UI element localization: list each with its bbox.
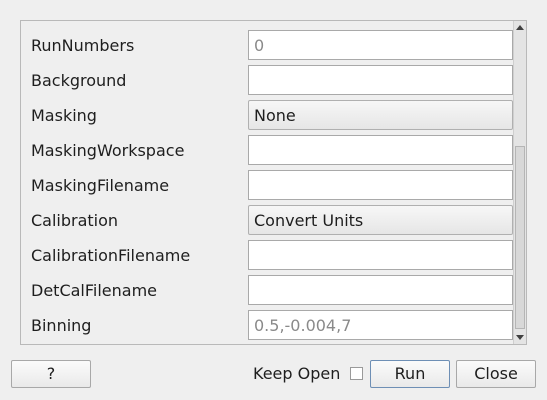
binning-input[interactable]: 0.5,-0.004,7 bbox=[248, 310, 513, 340]
property-label: Binning bbox=[31, 316, 92, 335]
property-label: MaskingFilename bbox=[31, 176, 170, 195]
close-button[interactable]: Close bbox=[456, 360, 536, 388]
property-row-maskingfilename: MaskingFilename bbox=[21, 170, 513, 200]
property-row-runnumbers: RunNumbers 0 bbox=[21, 30, 513, 60]
property-label: CalibrationFilename bbox=[31, 246, 191, 265]
detcalfilename-input[interactable] bbox=[248, 275, 513, 305]
property-row-detcalfilename: DetCalFilename bbox=[21, 275, 513, 305]
runnumbers-input[interactable]: 0 bbox=[248, 30, 513, 60]
property-row-masking: Masking None bbox=[21, 100, 513, 130]
vertical-scrollbar[interactable] bbox=[513, 21, 526, 344]
keep-open-label: Keep Open bbox=[253, 364, 341, 383]
calibration-select[interactable]: Convert Units bbox=[248, 205, 513, 235]
maskingfilename-input[interactable] bbox=[248, 170, 513, 200]
properties-scroll-area[interactable]: RunNumbers 0 Background Masking None Mas… bbox=[20, 20, 527, 345]
scroll-down-arrow-icon[interactable] bbox=[516, 335, 524, 340]
property-row-background: Background bbox=[21, 65, 513, 95]
property-row-calibration: Calibration Convert Units bbox=[21, 205, 513, 235]
help-button[interactable]: ? bbox=[11, 360, 91, 388]
scrollbar-thumb[interactable] bbox=[515, 146, 525, 329]
property-row-maskingworkspace: MaskingWorkspace bbox=[21, 135, 513, 165]
calibrationfilename-input[interactable] bbox=[248, 240, 513, 270]
background-input[interactable] bbox=[248, 65, 513, 95]
property-label: MaskingWorkspace bbox=[31, 141, 185, 160]
property-label: Calibration bbox=[31, 211, 119, 230]
property-row-binning: Binning 0.5,-0.004,7 bbox=[21, 310, 513, 340]
masking-select[interactable]: None bbox=[248, 100, 513, 130]
property-label: RunNumbers bbox=[31, 36, 135, 55]
scroll-up-arrow-icon[interactable] bbox=[516, 25, 524, 30]
property-label: Background bbox=[31, 71, 127, 90]
maskingworkspace-input[interactable] bbox=[248, 135, 513, 165]
run-button[interactable]: Run bbox=[370, 360, 450, 388]
property-label: DetCalFilename bbox=[31, 281, 158, 300]
property-row-calibrationfilename: CalibrationFilename bbox=[21, 240, 513, 270]
keep-open-checkbox[interactable] bbox=[350, 367, 363, 380]
property-label: Masking bbox=[31, 106, 97, 125]
